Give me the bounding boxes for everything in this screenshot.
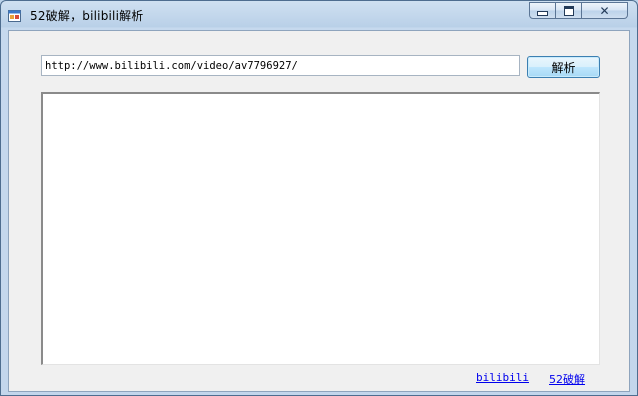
pojie-link[interactable]: 52破解: [549, 371, 585, 387]
window-title: 52破解，bilibili解析: [30, 9, 144, 23]
close-button[interactable]: ✕: [582, 2, 628, 19]
app-window: 52破解，bilibili解析 ✕ 解析 bilibili 52破解: [0, 0, 638, 396]
parse-button[interactable]: 解析: [527, 56, 600, 78]
maximize-button[interactable]: [556, 2, 582, 19]
output-textarea[interactable]: [41, 92, 600, 365]
minimize-icon: [537, 11, 548, 16]
app-window-icon: [8, 8, 22, 22]
url-input[interactable]: [41, 55, 520, 76]
title-bar[interactable]: 52破解，bilibili解析 ✕: [1, 1, 637, 29]
maximize-icon: [563, 5, 574, 16]
bilibili-link[interactable]: bilibili: [476, 371, 529, 384]
minimize-button[interactable]: [529, 2, 556, 19]
client-area: 解析 bilibili 52破解: [8, 30, 630, 392]
close-icon: ✕: [599, 3, 610, 18]
